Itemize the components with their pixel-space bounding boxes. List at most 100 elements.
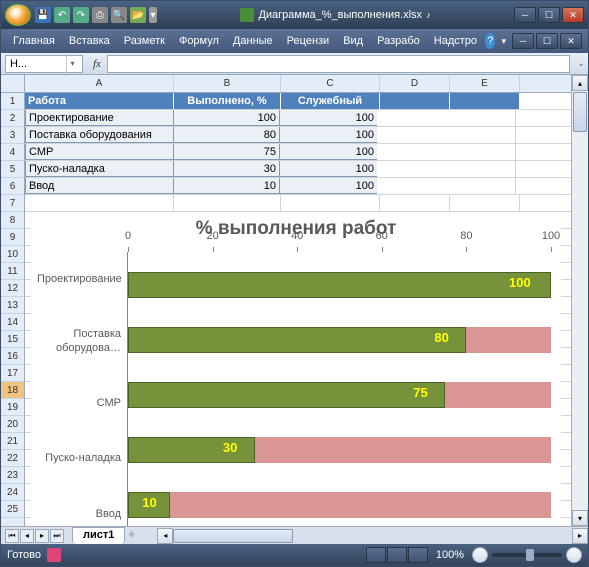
row-header-3[interactable]: 3: [1, 127, 24, 144]
col-header-C[interactable]: C: [281, 75, 380, 92]
cell[interactable]: [377, 144, 447, 160]
view-normal-button[interactable]: [366, 547, 386, 563]
row-header-19[interactable]: 19: [1, 399, 24, 416]
cell[interactable]: [450, 93, 520, 109]
cell[interactable]: Выполнено, %: [174, 93, 281, 109]
row-header-16[interactable]: 16: [1, 348, 24, 365]
tab-formulas[interactable]: Формул: [173, 31, 225, 51]
cell[interactable]: [450, 195, 520, 211]
tab-nav-next-icon[interactable]: ▸: [35, 529, 49, 543]
row-header-6[interactable]: 6: [1, 178, 24, 195]
zoom-out-button[interactable]: −: [472, 547, 488, 563]
name-box[interactable]: Н... ▾: [5, 55, 83, 73]
row-header-17[interactable]: 17: [1, 365, 24, 382]
scroll-right-button[interactable]: ▸: [572, 528, 588, 544]
table-row[interactable]: Проектирование100100: [25, 110, 571, 127]
row-header-4[interactable]: 4: [1, 144, 24, 161]
formula-expand-icon[interactable]: ⌄: [574, 58, 588, 69]
qat-dropdown-icon[interactable]: ▾: [149, 7, 157, 23]
cell[interactable]: [377, 161, 447, 177]
scroll-up-button[interactable]: ▴: [572, 75, 588, 91]
preview-icon[interactable]: 🔍: [111, 7, 127, 23]
cell[interactable]: Ввод: [25, 178, 174, 194]
tab-review[interactable]: Рецензи: [281, 31, 336, 51]
row-header-13[interactable]: 13: [1, 297, 24, 314]
row-header-25[interactable]: 25: [1, 501, 24, 518]
horizontal-scrollbar[interactable]: ◂ ▸: [157, 528, 588, 544]
zoom-in-button[interactable]: +: [566, 547, 582, 563]
view-layout-button[interactable]: [387, 547, 407, 563]
table-row[interactable]: РаботаВыполнено, %Служебный: [25, 93, 571, 110]
help-icon[interactable]: ?: [485, 33, 495, 49]
scroll-left-button[interactable]: ◂: [157, 528, 173, 544]
row-header-20[interactable]: 20: [1, 416, 24, 433]
row-header-11[interactable]: 11: [1, 263, 24, 280]
table-row[interactable]: Пуско-наладка30100: [25, 161, 571, 178]
tab-data[interactable]: Данные: [227, 31, 279, 51]
save-icon[interactable]: 💾: [35, 7, 51, 23]
cell[interactable]: [25, 195, 174, 211]
workbook-minimize-button[interactable]: ─: [512, 33, 534, 49]
close-button[interactable]: ✕: [562, 7, 584, 23]
scroll-down-button[interactable]: ▾: [572, 510, 588, 526]
cell[interactable]: 100: [279, 144, 378, 160]
cell[interactable]: [380, 195, 450, 211]
tab-nav-last-icon[interactable]: ⏭: [50, 529, 64, 543]
cell[interactable]: Пуско-наладка: [25, 161, 174, 177]
office-button[interactable]: [5, 4, 31, 26]
cell[interactable]: 100: [279, 161, 378, 177]
cell[interactable]: [446, 127, 516, 143]
cell[interactable]: 100: [173, 110, 280, 126]
tab-nav-prev-icon[interactable]: ◂: [20, 529, 34, 543]
cell[interactable]: 100: [279, 127, 378, 143]
zoom-level[interactable]: 100%: [436, 549, 464, 561]
cell[interactable]: Работа: [25, 93, 174, 109]
row-header-12[interactable]: 12: [1, 280, 24, 297]
cell[interactable]: Служебный: [281, 93, 380, 109]
row-header-14[interactable]: 14: [1, 314, 24, 331]
tab-nav-first-icon[interactable]: ⏮: [5, 529, 19, 543]
row-header-22[interactable]: 22: [1, 450, 24, 467]
workbook-restore-button[interactable]: ☐: [536, 33, 558, 49]
row-header-2[interactable]: 2: [1, 110, 24, 127]
formula-input[interactable]: [107, 55, 570, 73]
row-header-7[interactable]: 7: [1, 195, 24, 212]
minimize-button[interactable]: ─: [514, 7, 536, 23]
cell[interactable]: 75: [173, 144, 280, 160]
row-header-15[interactable]: 15: [1, 331, 24, 348]
cell[interactable]: 30: [173, 161, 280, 177]
grid-cells[interactable]: РаботаВыполнено, %Служебный Проектирован…: [25, 93, 571, 526]
cell[interactable]: [377, 110, 447, 126]
cell[interactable]: [446, 110, 516, 126]
cell[interactable]: 10: [173, 178, 280, 194]
table-row[interactable]: Ввод10100: [25, 178, 571, 195]
tab-home[interactable]: Главная: [7, 31, 61, 51]
vscroll-thumb[interactable]: [573, 92, 587, 132]
row-header-10[interactable]: 10: [1, 246, 24, 263]
ribbon-minimize-icon[interactable]: ▾: [501, 36, 506, 47]
view-pagebreak-button[interactable]: [408, 547, 428, 563]
namebox-dropdown-icon[interactable]: ▾: [66, 55, 78, 73]
cell[interactable]: [380, 93, 450, 109]
cell[interactable]: [446, 161, 516, 177]
print-icon[interactable]: ⎙: [92, 7, 108, 23]
tab-addins[interactable]: Надстро: [428, 31, 483, 51]
zoom-slider[interactable]: [492, 553, 562, 557]
col-header-B[interactable]: B: [174, 75, 281, 92]
row-header-24[interactable]: 24: [1, 484, 24, 501]
cell[interactable]: [281, 195, 380, 211]
col-header-E[interactable]: E: [450, 75, 520, 92]
workbook-close-button[interactable]: ✕: [560, 33, 582, 49]
table-row[interactable]: СМР75100: [25, 144, 571, 161]
row-header-8[interactable]: 8: [1, 212, 24, 229]
hscroll-thumb[interactable]: [173, 529, 293, 543]
tab-layout[interactable]: Разметк: [118, 31, 171, 51]
cell[interactable]: 80: [173, 127, 280, 143]
row-header-21[interactable]: 21: [1, 433, 24, 450]
cell[interactable]: [446, 178, 516, 194]
table-row[interactable]: [25, 195, 571, 212]
row-header-18[interactable]: 18: [1, 382, 24, 399]
cell[interactable]: [174, 195, 281, 211]
cell[interactable]: [446, 144, 516, 160]
row-header-1[interactable]: 1: [1, 93, 24, 110]
